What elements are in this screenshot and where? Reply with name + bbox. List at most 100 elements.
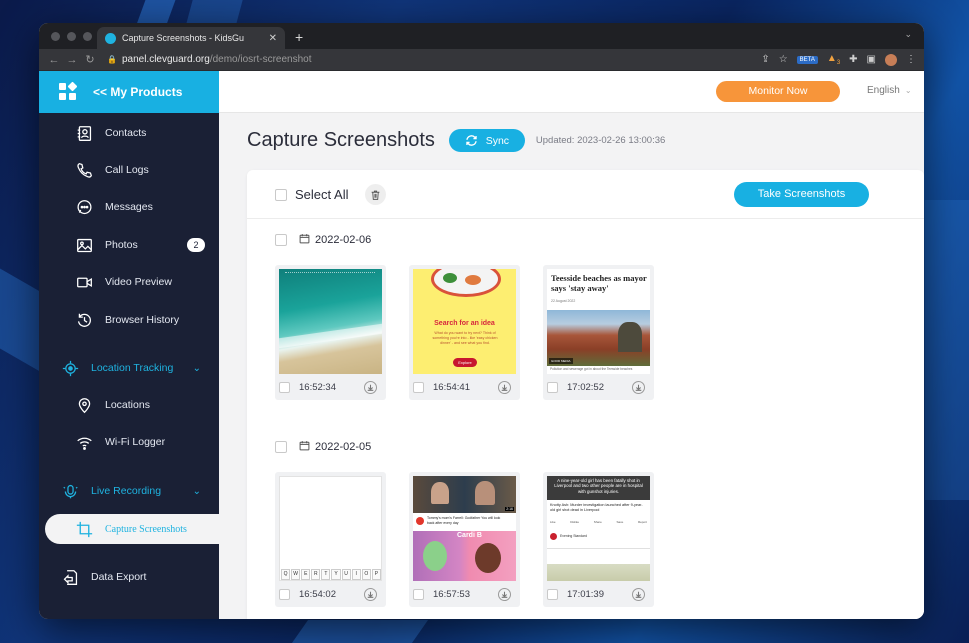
sidebar-item-locations[interactable]: Locations — [39, 393, 219, 417]
screenshot-item[interactable]: Search for an idea What do you want to t… — [409, 265, 520, 400]
url-field[interactable]: panel.clevguard.org/demo/iosrt-screensho… — [122, 54, 312, 65]
language-label: English — [867, 85, 900, 96]
chevron-down-icon: ⌄ — [904, 86, 912, 95]
news-overlay-banner: A nine-year-old girl has been fatally sh… — [547, 476, 650, 500]
tab-search-chevron-icon[interactable]: ⌄ — [904, 29, 912, 40]
select-all-checkbox[interactable]: Select All — [275, 187, 348, 202]
sidebar-item-messages[interactable]: Messages — [39, 195, 219, 219]
sync-button[interactable]: Sync — [448, 129, 525, 152]
page-title: Capture Screenshots — [247, 129, 435, 151]
sync-icon — [466, 135, 477, 146]
sidebar-item-video-preview[interactable]: Video Preview — [39, 270, 219, 294]
screenshot-checkbox[interactable] — [279, 588, 290, 600]
sidebar-item-browser-history[interactable]: Browser History — [39, 308, 219, 332]
download-icon[interactable] — [498, 380, 511, 394]
screenshot-thumbnail[interactable]: Search for an idea What do you want to t… — [413, 269, 516, 374]
contacts-icon — [73, 124, 95, 142]
monitor-now-button[interactable]: Monitor Now — [716, 81, 840, 102]
delete-button[interactable] — [365, 184, 386, 205]
sidebar-item-wifi-logger[interactable]: Wi-Fi Logger — [39, 430, 219, 454]
sidebar-item-data-export[interactable]: Data Export — [39, 565, 219, 589]
video-art: Cardi B — [413, 531, 516, 581]
take-screenshots-button[interactable]: Take Screenshots — [734, 182, 869, 207]
browser-tab[interactable]: Capture Screenshots - KidsGu ✕ — [97, 27, 285, 49]
extensions-puzzle-icon[interactable]: ✚ — [849, 54, 857, 65]
screenshot-thumbnail[interactable]: Teesside beaches as mayor says 'stay awa… — [547, 269, 650, 374]
back-icon[interactable]: ← — [47, 54, 61, 66]
screenshot-item[interactable]: 16:52:34 — [275, 265, 386, 400]
video-action-row: Like Dislike Share Save Report — [550, 520, 647, 524]
minimize-window-button[interactable] — [67, 32, 76, 41]
screenshot-checkbox[interactable] — [413, 381, 424, 393]
screenshot-checkbox[interactable] — [279, 381, 290, 393]
screenshot-time: 17:02:52 — [567, 381, 604, 393]
photo-credit-tag: GOOD MEDIA — [549, 358, 573, 364]
screenshot-thumbnail[interactable]: QWERTYUIOP — [279, 476, 382, 581]
sidebar-item-contacts[interactable]: Contacts — [39, 121, 219, 145]
screenshot-item[interactable]: 2:16 Tommy's mom's Farrell: Godfather Yo… — [409, 472, 520, 607]
keyboard-key: R — [311, 569, 321, 580]
beta-extension-icon[interactable]: BETA — [796, 55, 818, 64]
screenshot-thumbnail[interactable] — [279, 269, 382, 374]
date-group-checkbox[interactable] — [275, 234, 287, 246]
sidebar-item-photos[interactable]: Photos 2 — [39, 233, 219, 257]
kebab-menu-icon[interactable]: ⋮ — [906, 54, 916, 65]
chevron-down-icon: ⌄ — [192, 485, 201, 497]
maximize-window-button[interactable] — [83, 32, 92, 41]
screenshot-item[interactable]: Teesside beaches as mayor says 'stay awa… — [543, 265, 654, 400]
reload-icon[interactable]: ↻ — [83, 53, 97, 66]
new-tab-button[interactable]: + — [295, 29, 303, 45]
video-action-label: Dislike — [570, 520, 580, 524]
share-icon[interactable]: ⇪ — [761, 54, 769, 65]
video-action-label: Like — [550, 520, 556, 524]
bookmark-star-icon[interactable]: ☆ — [779, 54, 788, 65]
video-frame: 2:16 — [413, 476, 516, 513]
sidebar-item-label: Capture Screenshots — [105, 523, 187, 535]
close-window-button[interactable] — [51, 32, 60, 41]
close-tab-icon[interactable]: ✕ — [269, 33, 277, 44]
screenshot-time: 16:54:02 — [299, 588, 336, 600]
tab-bar: Capture Screenshots - KidsGu ✕ + ⌄ — [39, 23, 924, 49]
my-products-link[interactable]: << My Products — [39, 71, 219, 113]
download-icon[interactable] — [498, 587, 511, 601]
sidebar-item-capture-screenshots[interactable]: Capture Screenshots — [45, 514, 219, 544]
profile-avatar[interactable] — [885, 53, 897, 66]
browser-window: Capture Screenshots - KidsGu ✕ + ⌄ ← → ↻… — [39, 23, 924, 619]
wallpaper-streak — [291, 620, 429, 643]
screenshot-footer: 17:02:52 — [547, 377, 650, 397]
language-select[interactable]: English ⌄ — [867, 85, 912, 96]
crop-icon — [73, 520, 95, 538]
checkbox[interactable] — [275, 188, 287, 201]
news-image — [547, 564, 650, 581]
screenshot-checkbox[interactable] — [547, 381, 558, 393]
screenshots-card: Select All Take Screenshots 2022-02-06 1… — [247, 170, 924, 619]
date-group-checkbox[interactable] — [275, 441, 287, 453]
extension-warning-icon[interactable]: ▲3 — [827, 53, 840, 66]
image-icon — [73, 236, 95, 254]
news-photo: GOOD MEDIA — [547, 310, 650, 366]
sidebar-group-location-tracking[interactable]: Location Tracking ⌄ — [39, 356, 219, 380]
keyboard-key: Q — [281, 569, 291, 580]
screenshot-item[interactable]: A nine-year-old girl has been fatally sh… — [543, 472, 654, 607]
screenshot-time: 16:52:34 — [299, 381, 336, 393]
updated-timestamp: Updated: 2023-02-26 13:00:36 — [535, 135, 666, 146]
screenshot-footer: 16:54:02 — [279, 584, 382, 604]
sync-label: Sync — [485, 134, 510, 147]
chat-bubble-icon — [73, 198, 95, 216]
side-panel-icon[interactable]: ▣ — [867, 54, 876, 65]
screenshot-checkbox[interactable] — [547, 588, 558, 600]
sidebar-item-label: Wi-Fi Logger — [105, 436, 166, 448]
screenshot-thumbnail[interactable]: 2:16 Tommy's mom's Farrell: Godfather Yo… — [413, 476, 516, 581]
download-icon[interactable] — [632, 380, 645, 394]
download-icon[interactable] — [632, 587, 645, 601]
forward-icon[interactable]: → — [65, 54, 79, 66]
keyboard-row: QWERTYUIOP — [281, 569, 381, 580]
screenshot-item[interactable]: QWERTYUIOP 16:54:02 — [275, 472, 386, 607]
sidebar-item-call-logs[interactable]: Call Logs — [39, 158, 219, 182]
screenshot-thumbnail[interactable]: A nine-year-old girl has been fatally sh… — [547, 476, 650, 581]
screenshot-checkbox[interactable] — [413, 588, 424, 600]
sidebar-group-live-recording[interactable]: Live Recording ⌄ — [39, 479, 219, 503]
download-icon[interactable] — [364, 380, 377, 394]
download-icon[interactable] — [364, 587, 377, 601]
screenshot-footer: 16:57:53 — [413, 584, 516, 604]
